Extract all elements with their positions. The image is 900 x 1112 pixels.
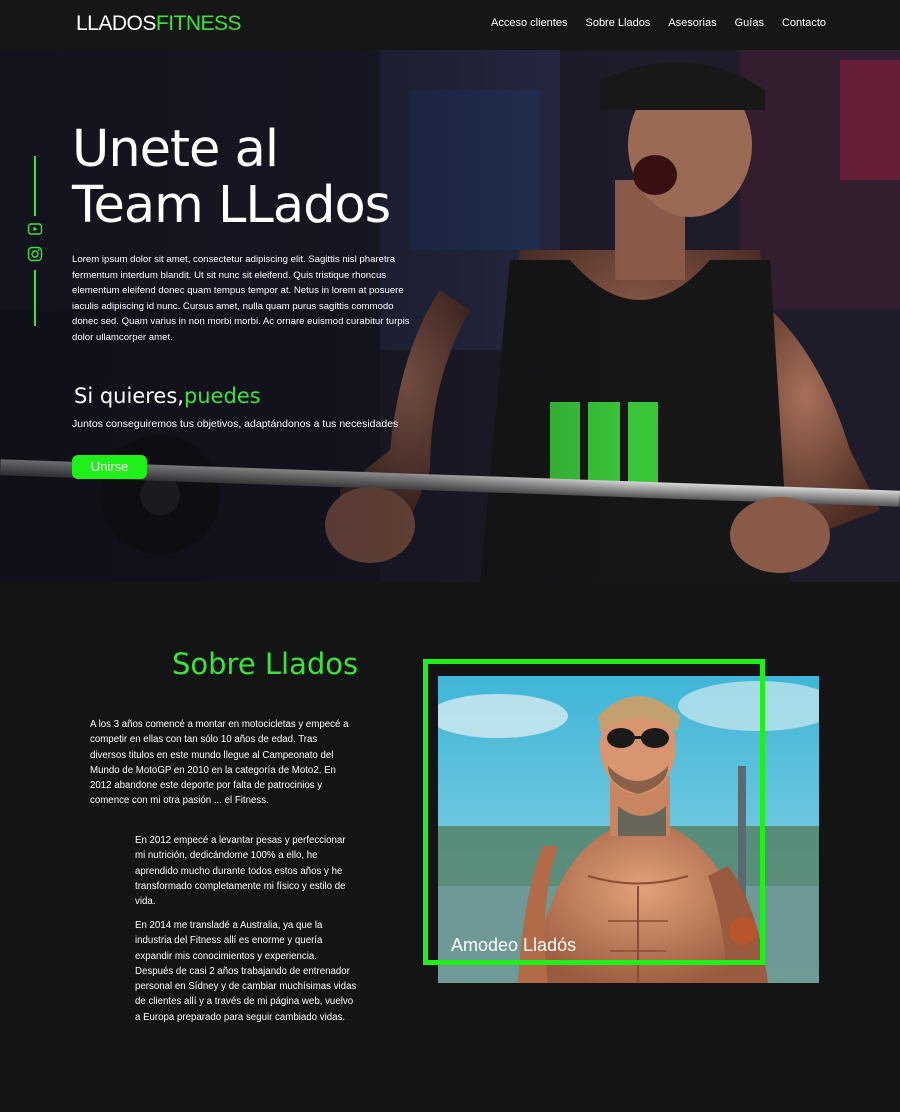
logo-text-llados: LLADOS — [76, 12, 156, 35]
nav-item-asesorias[interactable]: Asesorias — [668, 17, 716, 29]
top-navigation: LLADOSFITNESS Acceso clientes Sobre Llad… — [0, 0, 900, 50]
about-paragraph-2: En 2012 empecé a levantar pesas y perfec… — [135, 835, 346, 908]
nav-menu: Acceso clientes Sobre Llados Asesorias G… — [491, 17, 826, 29]
slogan-subtitle: Juntos conseguiremos tus objetivos, adap… — [72, 418, 399, 430]
photo-caption: Amodeo Lladós — [451, 935, 577, 955]
hero-section: Unete al Team LLados Lorem ipsum dolor s… — [0, 50, 900, 582]
nav-item-acceso-clientes[interactable]: Acceso clientes — [491, 17, 567, 29]
about-paragraph-3: En 2014 me transladé a Australia, ya que… — [135, 920, 357, 1023]
slogan-part2: puedes — [183, 384, 261, 408]
nav-item-sobre-llados[interactable]: Sobre Llados — [585, 17, 650, 29]
about-title: Sobre Llados — [172, 647, 359, 681]
about-paragraph-1: A los 3 años comencé a montar en motocic… — [90, 719, 349, 807]
sidebar-line-top — [34, 156, 36, 216]
logo-text-fitness: FITNESS — [155, 12, 242, 35]
site-logo[interactable]: LLADOSFITNESS — [76, 12, 242, 36]
photo-frame — [423, 659, 765, 965]
hero-title-line2: Team LLados — [72, 176, 391, 235]
hero-title: Unete al Team LLados — [72, 120, 391, 235]
nav-item-guias[interactable]: Guías — [735, 17, 764, 29]
youtube-icon[interactable] — [27, 221, 43, 237]
hero-description: Lorem ipsum dolor sit amet, consectetur … — [72, 254, 410, 343]
nav-item-contacto[interactable]: Contacto — [782, 17, 826, 29]
join-button[interactable]: Unirse — [72, 455, 147, 479]
slogan-part1: Si quieres, — [74, 384, 184, 408]
sidebar-line-bottom — [34, 270, 36, 326]
hero-title-line1: Unete al — [72, 120, 279, 179]
hero-slogan: Si quieres,puedes — [74, 384, 261, 408]
instagram-icon[interactable] — [27, 246, 43, 262]
